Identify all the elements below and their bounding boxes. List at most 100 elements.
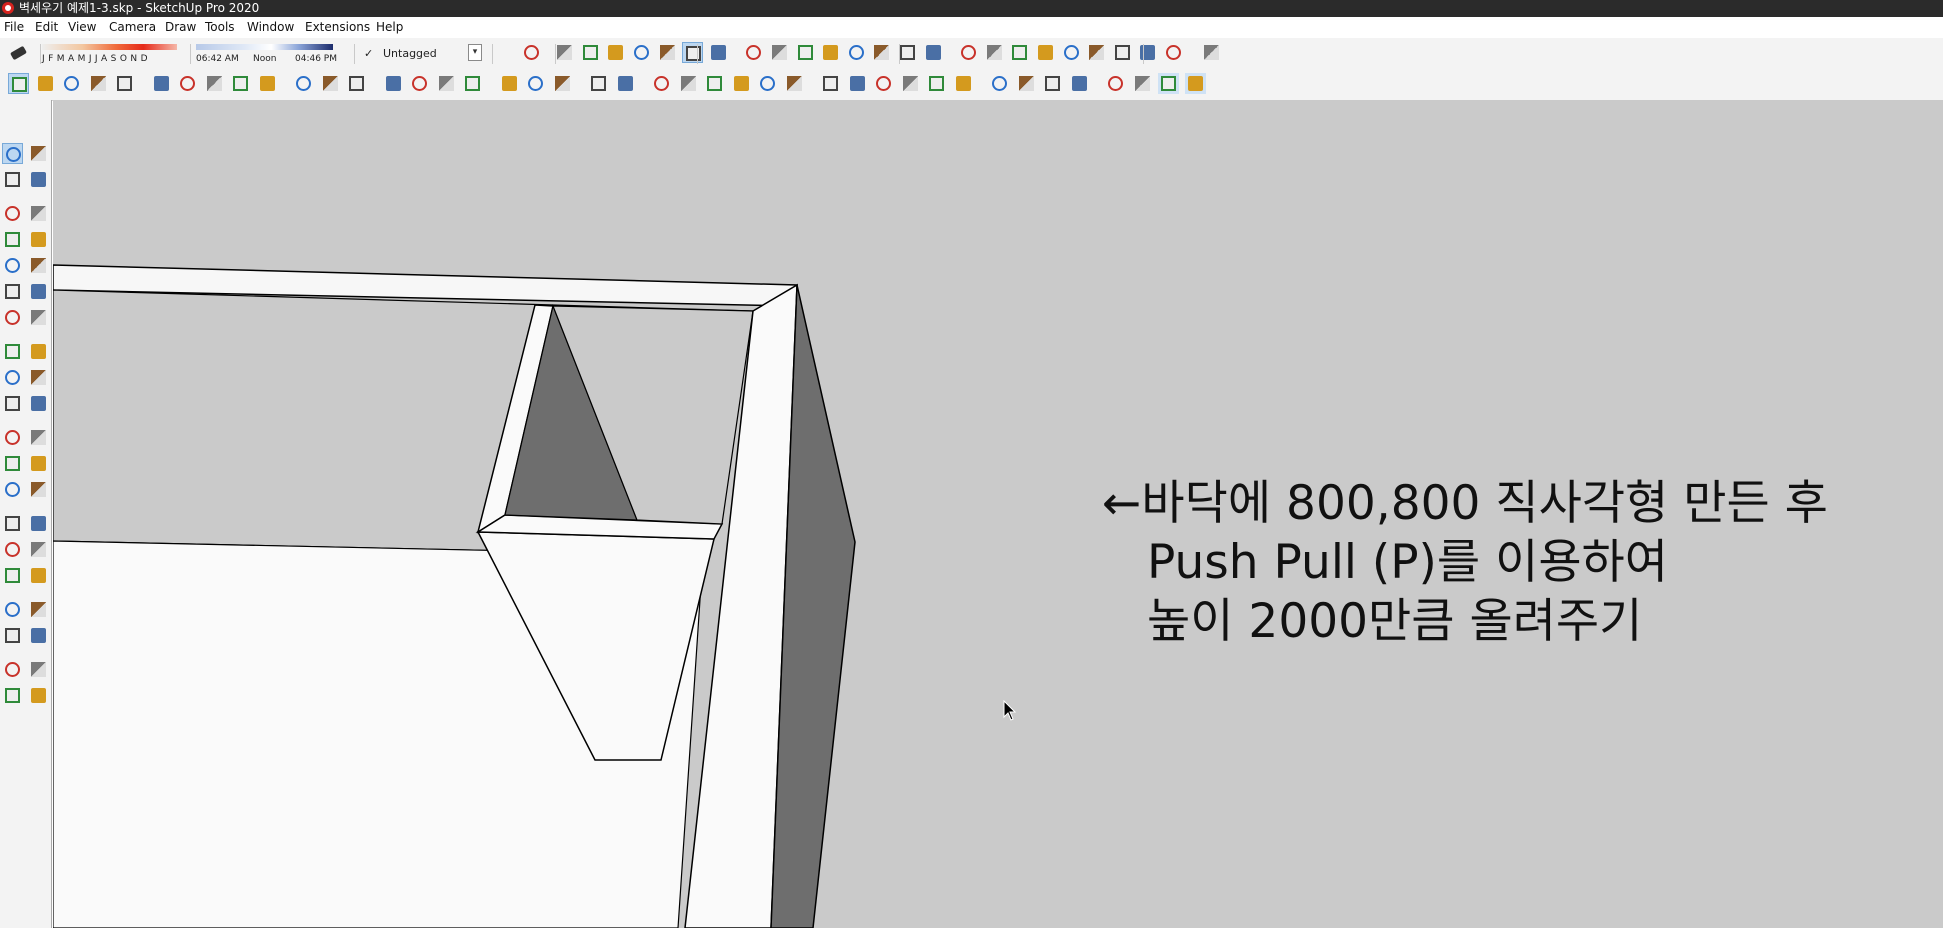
component-icon[interactable]: [499, 73, 520, 94]
menu-camera[interactable]: Camera: [109, 20, 156, 34]
zoom-window-icon[interactable]: [1035, 42, 1056, 63]
back-edges-icon[interactable]: [554, 42, 575, 63]
split-icon[interactable]: [953, 73, 974, 94]
shaded-icon[interactable]: [631, 42, 652, 63]
walk-icon[interactable]: [1163, 42, 1184, 63]
make-component-icon[interactable]: [28, 143, 49, 164]
tag-select-value[interactable]: Untagged: [383, 47, 437, 60]
xray-icon[interactable]: [708, 42, 729, 63]
push-pull-icon[interactable]: [151, 73, 172, 94]
walk-icon[interactable]: [2, 625, 23, 646]
stamp-icon[interactable]: [1042, 73, 1063, 94]
drape-icon[interactable]: [1016, 73, 1037, 94]
shadows-icon[interactable]: [897, 42, 918, 63]
section-cut-icon[interactable]: [769, 42, 790, 63]
look-around-icon[interactable]: [1137, 42, 1158, 63]
fog-icon[interactable]: [923, 42, 944, 63]
pie-icon[interactable]: [28, 307, 49, 328]
scale-icon[interactable]: [257, 73, 278, 94]
tape-measure-icon[interactable]: [2, 427, 23, 448]
select-icon[interactable]: [2, 143, 23, 164]
orbit-icon[interactable]: [2, 513, 23, 534]
xray-icon[interactable]: [1132, 73, 1153, 94]
rotate-icon[interactable]: [2, 367, 23, 388]
circle-icon[interactable]: [2, 255, 23, 276]
arc-icon[interactable]: [2, 281, 23, 302]
zoom-icon[interactable]: [1009, 42, 1030, 63]
previous-icon[interactable]: [28, 565, 49, 586]
menu-window[interactable]: Window: [247, 20, 294, 34]
move-icon[interactable]: [2, 341, 23, 362]
back-edges-icon[interactable]: [1158, 73, 1179, 94]
styles-icon[interactable]: [871, 42, 892, 63]
2pt-arc-icon[interactable]: [28, 281, 49, 302]
union-icon[interactable]: [873, 73, 894, 94]
smoove-icon[interactable]: [1069, 73, 1090, 94]
pan-icon[interactable]: [409, 73, 430, 94]
layout-icon[interactable]: [846, 42, 867, 63]
sandbox-icon[interactable]: [989, 73, 1010, 94]
right-view-icon[interactable]: [731, 73, 752, 94]
hidden-line-icon[interactable]: [605, 42, 626, 63]
menu-edit[interactable]: Edit: [35, 20, 58, 34]
protractor-icon[interactable]: [2, 453, 23, 474]
eraser-icon[interactable]: [35, 73, 56, 94]
layout-icon[interactable]: [2, 685, 23, 706]
scale-icon[interactable]: [2, 393, 23, 414]
position-camera-icon[interactable]: [2, 599, 23, 620]
outer-shell-icon[interactable]: [820, 73, 841, 94]
polygon-icon[interactable]: [28, 255, 49, 276]
menu-file[interactable]: File: [4, 20, 24, 34]
position-camera-icon[interactable]: [1112, 42, 1133, 63]
zoom-extents-icon[interactable]: [462, 73, 483, 94]
extension-warehouse-icon[interactable]: [28, 659, 49, 680]
3d-warehouse-icon[interactable]: [795, 42, 816, 63]
rectangle-icon[interactable]: [2, 229, 23, 250]
shadow-time-slider[interactable]: [196, 44, 333, 50]
rotated-rectangle-icon[interactable]: [28, 229, 49, 250]
front-view-icon[interactable]: [521, 42, 542, 63]
menu-view[interactable]: View: [68, 20, 96, 34]
tape-measure-icon[interactable]: [293, 73, 314, 94]
wireframe-icon[interactable]: [1185, 73, 1206, 94]
zoom-icon[interactable]: [436, 73, 457, 94]
arc-icon[interactable]: [88, 73, 109, 94]
text-icon[interactable]: [28, 453, 49, 474]
monochrome-icon[interactable]: [682, 42, 703, 63]
pan-icon[interactable]: [984, 42, 1005, 63]
orbit-icon[interactable]: [383, 73, 404, 94]
section-plane-icon[interactable]: [28, 625, 49, 646]
group-icon[interactable]: [525, 73, 546, 94]
back-view-icon[interactable]: [757, 73, 778, 94]
menu-tools[interactable]: Tools: [205, 20, 235, 34]
tag-dropdown-button[interactable]: ▾: [468, 44, 482, 61]
top-view-icon[interactable]: [678, 73, 699, 94]
3pt-arc-icon[interactable]: [2, 307, 23, 328]
ruby-console-icon[interactable]: [588, 73, 609, 94]
3d-warehouse-icon[interactable]: [2, 659, 23, 680]
select-icon[interactable]: [8, 73, 29, 94]
orbit-icon[interactable]: [958, 42, 979, 63]
eraser-icon[interactable]: [8, 42, 29, 63]
front-view-icon[interactable]: [704, 73, 725, 94]
3d-text-icon[interactable]: [28, 479, 49, 500]
line-icon[interactable]: [61, 73, 82, 94]
push-pull-icon[interactable]: [28, 341, 49, 362]
geo-location-icon[interactable]: [1201, 42, 1222, 63]
pan-icon[interactable]: [28, 513, 49, 534]
dimension-icon[interactable]: [28, 427, 49, 448]
left-view-icon[interactable]: [784, 73, 805, 94]
shadow-date-slider[interactable]: [42, 44, 177, 50]
paint-bucket-icon[interactable]: [346, 73, 367, 94]
eraser-icon[interactable]: [28, 169, 49, 190]
send-to-layout-icon[interactable]: [28, 685, 49, 706]
rectangle-icon[interactable]: [114, 73, 135, 94]
iso-view-icon[interactable]: [651, 73, 672, 94]
zoom-window-icon[interactable]: [28, 539, 49, 560]
zoom-extents-icon[interactable]: [2, 565, 23, 586]
rotate-icon[interactable]: [230, 73, 251, 94]
offset-icon[interactable]: [28, 393, 49, 414]
move-icon[interactable]: [204, 73, 225, 94]
menu-help[interactable]: Help: [376, 20, 403, 34]
section-plane-icon[interactable]: [743, 42, 764, 63]
